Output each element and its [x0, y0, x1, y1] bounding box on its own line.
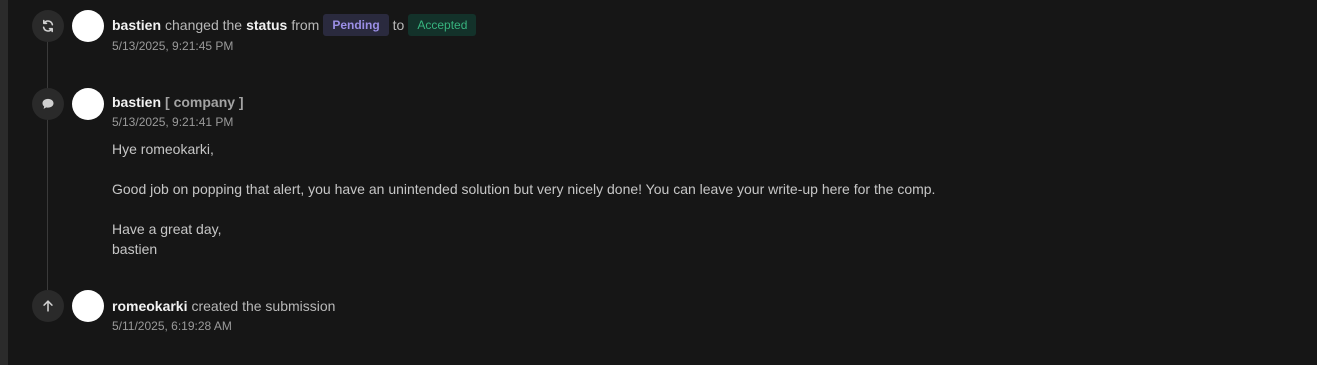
comment-icon	[32, 88, 64, 120]
user-role: [ company ]	[165, 94, 244, 110]
message-closing-line: Have a great day,	[112, 221, 222, 237]
event-summary: romeokarki created the submission	[112, 296, 335, 316]
arrow-up-icon	[32, 290, 64, 322]
event-content: bastien [ company ] 5/13/2025, 9:21:41 P…	[112, 92, 935, 259]
event-text: changed the	[165, 17, 243, 33]
to-text: to	[392, 17, 405, 33]
comment-message: Hye romeokarki, Good job on popping that…	[112, 139, 935, 259]
avatar[interactable]	[72, 10, 104, 42]
message-signature: bastien	[112, 241, 158, 257]
avatar[interactable]	[72, 290, 104, 322]
left-border	[0, 0, 8, 365]
status-badge-accepted: Accepted	[408, 14, 477, 36]
timestamp: 5/11/2025, 6:19:28 AM	[112, 319, 232, 333]
event-summary: bastien changed the status from Pending …	[112, 14, 477, 36]
status-label: status	[246, 17, 288, 33]
status-badge-pending: Pending	[323, 14, 389, 36]
message-closing: Have a great day, bastien	[112, 219, 935, 259]
message-greeting: Hye romeokarki,	[112, 141, 214, 157]
refresh-icon	[32, 10, 64, 42]
event-text: created the submission	[191, 298, 336, 314]
from-text: from	[291, 17, 320, 33]
username[interactable]: bastien	[112, 15, 161, 35]
timeline-line	[47, 40, 48, 290]
username[interactable]: bastien	[112, 92, 161, 112]
event-content: bastien changed the status from Pending …	[112, 14, 477, 54]
event-content: romeokarki created the submission 5/11/2…	[112, 296, 335, 334]
avatar[interactable]	[72, 88, 104, 120]
username[interactable]: romeokarki	[112, 296, 187, 316]
timestamp: 5/13/2025, 9:21:45 PM	[112, 39, 234, 53]
comment-header: bastien [ company ]	[112, 92, 935, 112]
message-body: Good job on popping that alert, you have…	[112, 181, 936, 197]
timestamp: 5/13/2025, 9:21:41 PM	[112, 115, 234, 129]
